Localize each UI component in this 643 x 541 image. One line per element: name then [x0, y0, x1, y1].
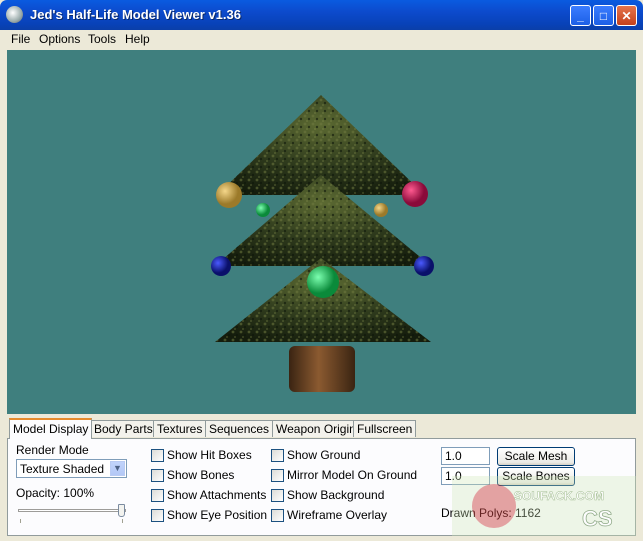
- maximize-button[interactable]: □: [593, 5, 614, 26]
- tab-body-parts[interactable]: Body Parts: [90, 420, 157, 437]
- minimize-button[interactable]: _: [570, 5, 591, 26]
- tab-sequences[interactable]: Sequences: [205, 420, 274, 437]
- app-icon[interactable]: [6, 6, 23, 23]
- opacity-label: Opacity: 100%: [16, 486, 95, 500]
- opacity-slider-track[interactable]: [18, 509, 126, 512]
- close-button[interactable]: ✕: [616, 5, 637, 26]
- title-bar[interactable]: Jed's Half-Life Model Viewer v1.36 _ □ ✕: [0, 0, 643, 30]
- show-hit-boxes-label: Show Hit Boxes: [167, 448, 252, 462]
- ornament-green-front: [307, 266, 339, 298]
- tab-fullscreen[interactable]: Fullscreen: [353, 420, 417, 437]
- tab-weapon-origin[interactable]: Weapon Origin: [272, 420, 360, 437]
- ornament-gold: [216, 182, 242, 208]
- chevron-down-icon[interactable]: ▼: [110, 461, 125, 476]
- watermark-cs-text: CS: [582, 506, 613, 531]
- show-ground-checkbox[interactable]: [271, 449, 284, 462]
- show-hit-boxes-checkbox[interactable]: [151, 449, 164, 462]
- menu-file[interactable]: File: [11, 32, 30, 46]
- wireframe-overlay-label: Wireframe Overlay: [287, 508, 388, 522]
- tree-trunk: [289, 346, 355, 392]
- ornament-gold-back: [374, 203, 388, 217]
- render-mode-label: Render Mode: [16, 443, 89, 457]
- show-attachments-label: Show Attachments: [167, 488, 267, 502]
- wireframe-overlay-checkbox[interactable]: [271, 509, 284, 522]
- show-bones-label: Show Bones: [167, 468, 235, 482]
- opacity-slider-thumb[interactable]: [118, 504, 125, 517]
- show-background-label: Show Background: [287, 488, 385, 502]
- ornament-red: [402, 181, 428, 207]
- mirror-model-checkbox[interactable]: [271, 469, 284, 482]
- menu-bar: File Options Tools Help: [0, 30, 643, 49]
- render-mode-value: Texture Shaded: [20, 462, 105, 476]
- render-mode-select[interactable]: Texture Shaded ▼: [16, 459, 127, 478]
- show-background-checkbox[interactable]: [271, 489, 284, 502]
- ornament-green-back: [256, 203, 270, 217]
- scale-mesh-button[interactable]: Scale Mesh: [497, 447, 575, 466]
- show-bones-checkbox[interactable]: [151, 469, 164, 482]
- ornament-blue-left: [211, 256, 231, 276]
- window-title: Jed's Half-Life Model Viewer v1.36: [30, 7, 241, 22]
- show-eye-position-label: Show Eye Position: [167, 508, 268, 522]
- show-attachments-checkbox[interactable]: [151, 489, 164, 502]
- menu-help[interactable]: Help: [125, 32, 150, 46]
- christmas-tree-model: [211, 95, 434, 392]
- mirror-model-label: Mirror Model On Ground: [287, 468, 418, 482]
- menu-tools[interactable]: Tools: [88, 32, 116, 46]
- ornament-blue-right: [414, 256, 434, 276]
- tab-textures[interactable]: Textures: [153, 420, 207, 437]
- menu-options[interactable]: Options: [39, 32, 80, 46]
- watermark-site-text: SOUFACK.COM: [514, 489, 604, 503]
- show-eye-position-checkbox[interactable]: [151, 509, 164, 522]
- show-ground-label: Show Ground: [287, 448, 361, 462]
- scale-mesh-input[interactable]: 1.0: [441, 447, 490, 465]
- site-watermark-logo: SOUFACK.COM CS: [452, 476, 636, 536]
- tab-model-display[interactable]: Model Display: [9, 418, 93, 439]
- model-viewport[interactable]: [7, 50, 636, 414]
